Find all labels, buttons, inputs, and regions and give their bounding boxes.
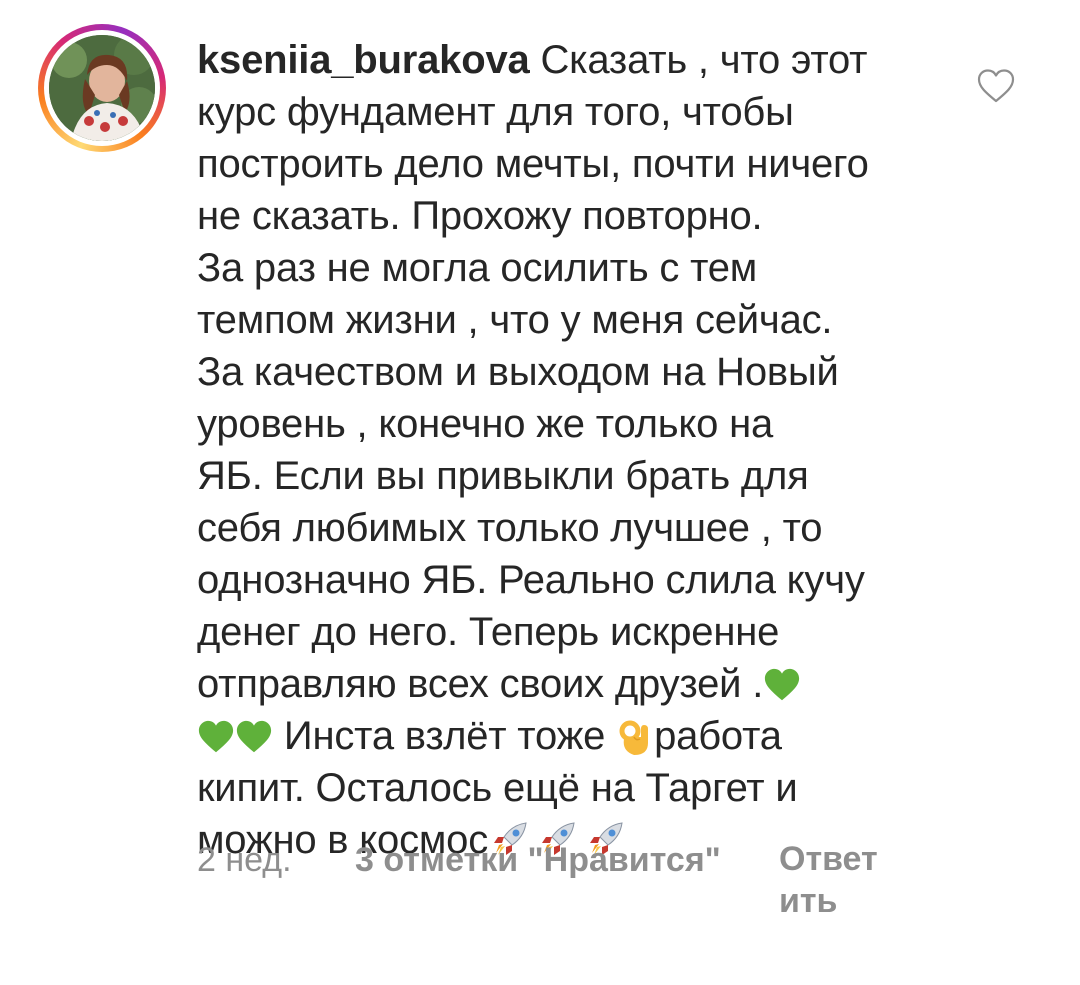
likes-count-link[interactable]: 3 отметки "Нравится" <box>355 838 721 882</box>
comment-line: отправляю всех своих друзей . <box>197 658 957 710</box>
ok-hand-emoji <box>619 720 649 755</box>
comment-line: За раз не могла осилить с тем <box>197 246 758 290</box>
comment-line: не сказать. Прохожу повторно. <box>197 194 763 238</box>
comment-line: темпом жизни , что у меня сейчас. <box>197 298 833 342</box>
avatar-story-ring[interactable] <box>38 24 166 152</box>
reply-button[interactable]: Ответ ить <box>779 838 889 922</box>
avatar[interactable] <box>49 35 155 141</box>
comment-text: kseniia_burakova Сказать , что этот курс… <box>197 34 957 866</box>
username-link[interactable]: kseniia_burakova <box>197 38 530 82</box>
comment-line-text: работа <box>654 714 782 758</box>
reply-label-part1: Ответ <box>779 840 878 878</box>
avatar-border <box>44 30 160 146</box>
comment-line: курс фундамент для того, чтобы <box>197 90 794 134</box>
comment-line-text: отправляю всех своих друзей . <box>197 662 764 706</box>
comment-line: За качеством и выходом на Новый <box>197 350 839 394</box>
comment-line: себя любимых только лучшее , то <box>197 506 823 550</box>
comment-line: уровень , конечно же только на <box>197 402 774 446</box>
comment-line: денег до него. Теперь искренне <box>197 610 780 654</box>
green-heart-emoji <box>236 720 272 753</box>
comment-timestamp[interactable]: 2 нед. <box>197 838 292 882</box>
comment-line: построить дело мечты, почти ничего <box>197 142 869 186</box>
comment-line-text: Инста взлёт тоже <box>283 714 606 758</box>
heart-outline-icon[interactable] <box>976 68 1016 104</box>
comment-line: ЯБ. Если вы привыкли брать для <box>197 454 809 498</box>
comment-line: кипит. Осталось ещё на Таргет и <box>197 766 798 810</box>
comment-line: kseniia_burakova Сказать , что этот <box>197 34 957 86</box>
green-heart-emoji <box>198 720 234 753</box>
reply-label-part2: ить <box>779 882 838 920</box>
comment-line: однозначно ЯБ. Реально слила кучу <box>197 558 865 602</box>
avatar-image <box>49 35 155 141</box>
green-heart-emoji <box>765 668 800 701</box>
comment-line: Инста взлёт тоже работа <box>197 710 957 762</box>
comment-line-text: Сказать , что этот <box>540 38 868 82</box>
